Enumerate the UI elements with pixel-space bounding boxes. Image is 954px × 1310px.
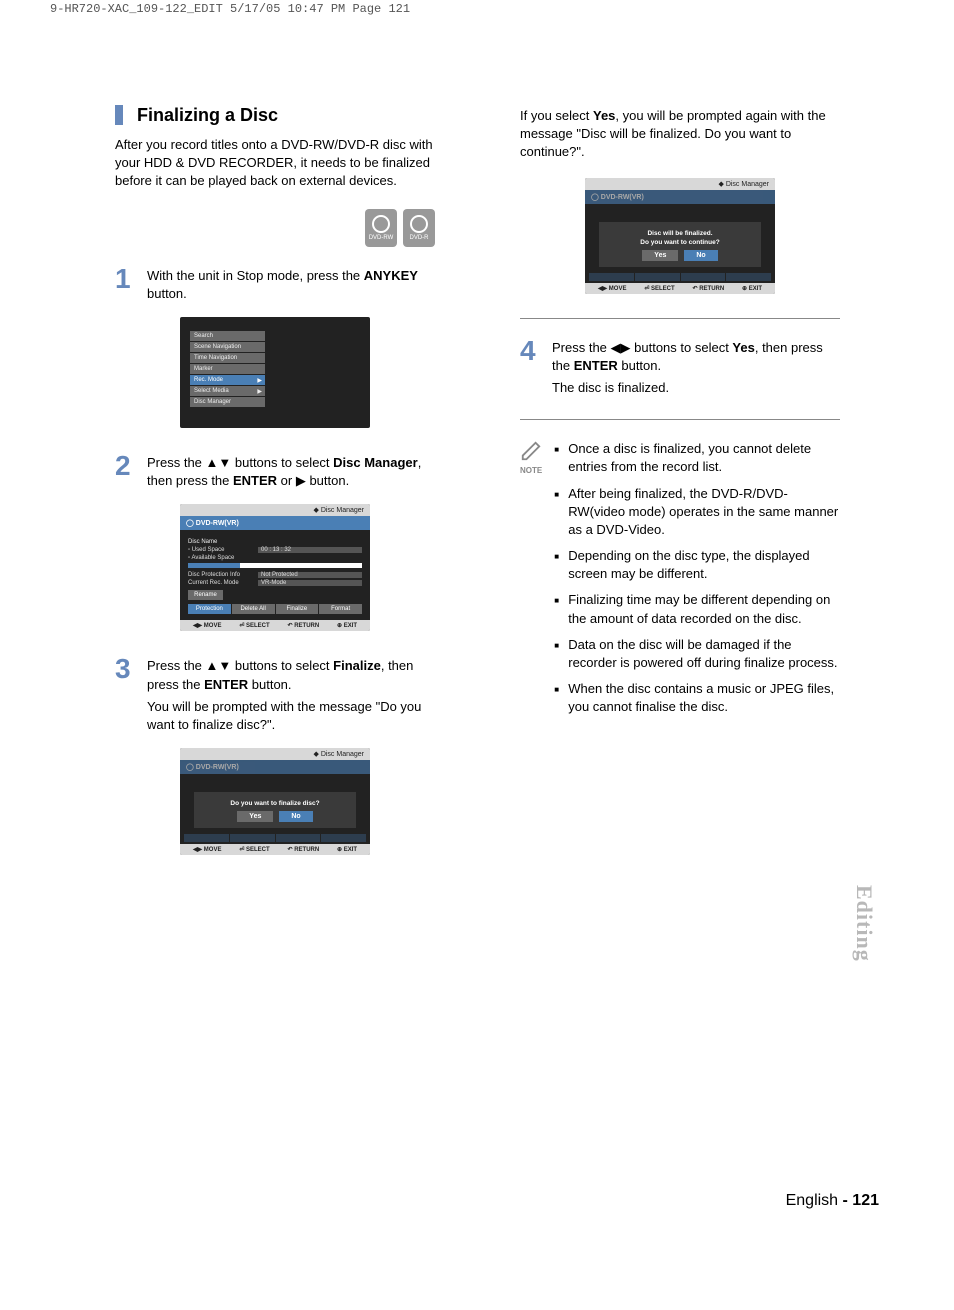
menu-item: Rec. Mode▶ (190, 375, 265, 385)
intro-text: After you record titles onto a DVD-RW/DV… (115, 136, 435, 191)
note-icon: NOTE (520, 440, 542, 475)
menu-item: Select Media▶ (190, 386, 265, 396)
right-intro: If you select Yes, you will be prompted … (520, 105, 840, 162)
icon-label: DVD-RW (369, 235, 394, 241)
note-item: Data on the disc will be damaged if the … (554, 636, 840, 672)
step-2-text: Press the ▲▼ buttons to select Disc Mana… (147, 452, 435, 494)
yes-button: Yes (237, 811, 273, 822)
screenshot-finalize-prompt: ◆ Disc Manager ◯ DVD-RW(VR) Do you want … (180, 748, 370, 855)
step-number-1: 1 (115, 265, 135, 307)
menu-item: Marker (190, 364, 265, 374)
note-item: When the disc contains a music or JPEG f… (554, 680, 840, 716)
step-number-2: 2 (115, 452, 135, 494)
screenshot-disc-manager: ◆ Disc Manager ◯ DVD-RW(VR) Disc Name ▫ … (180, 504, 370, 631)
yes-button: Yes (642, 250, 678, 261)
step-1-text: With the unit in Stop mode, press the AN… (147, 265, 435, 307)
screenshot-anykey-menu: Search Scene Navigation Time Navigation … (180, 317, 370, 428)
note-item: Once a disc is finalized, you cannot del… (554, 440, 840, 476)
delete-all-button: Delete All (232, 604, 275, 614)
step-number-3: 3 (115, 655, 135, 738)
page-number: English - 121 (786, 1192, 879, 1210)
no-button: No (684, 250, 717, 261)
menu-item: Scene Navigation (190, 342, 265, 352)
step-number-4: 4 (520, 337, 540, 402)
page-title: Finalizing a Disc (115, 105, 435, 126)
note-item: Finalizing time may be different dependi… (554, 591, 840, 627)
protection-button: Protection (188, 604, 231, 614)
menu-item: Disc Manager (190, 397, 265, 407)
dvd-r-icon: DVD-R (403, 209, 435, 247)
finalize-button: Finalize (276, 604, 319, 614)
dvd-rw-icon: DVD-RW (365, 209, 397, 247)
menu-item: Time Navigation (190, 353, 265, 363)
screenshot-continue-prompt: ◆ Disc Manager ◯ DVD-RW(VR) Disc will be… (585, 178, 775, 294)
section-tab: Editing (851, 885, 877, 962)
menu-item: Search (190, 331, 265, 341)
format-button: Format (319, 604, 362, 614)
crop-header: 9-HR720-XAC_109-122_EDIT 5/17/05 10:47 P… (50, 2, 410, 16)
step-3-text: Press the ▲▼ buttons to select Finalize,… (147, 655, 435, 738)
icon-label: DVD-R (410, 235, 429, 241)
no-button: No (279, 811, 312, 822)
step-4-text: Press the ◀▶ buttons to select Yes, then… (552, 337, 840, 402)
note-list: Once a disc is finalized, you cannot del… (554, 440, 840, 724)
note-item: Depending on the disc type, the displaye… (554, 547, 840, 583)
note-item: After being finalized, the DVD-R/DVD-RW(… (554, 485, 840, 540)
